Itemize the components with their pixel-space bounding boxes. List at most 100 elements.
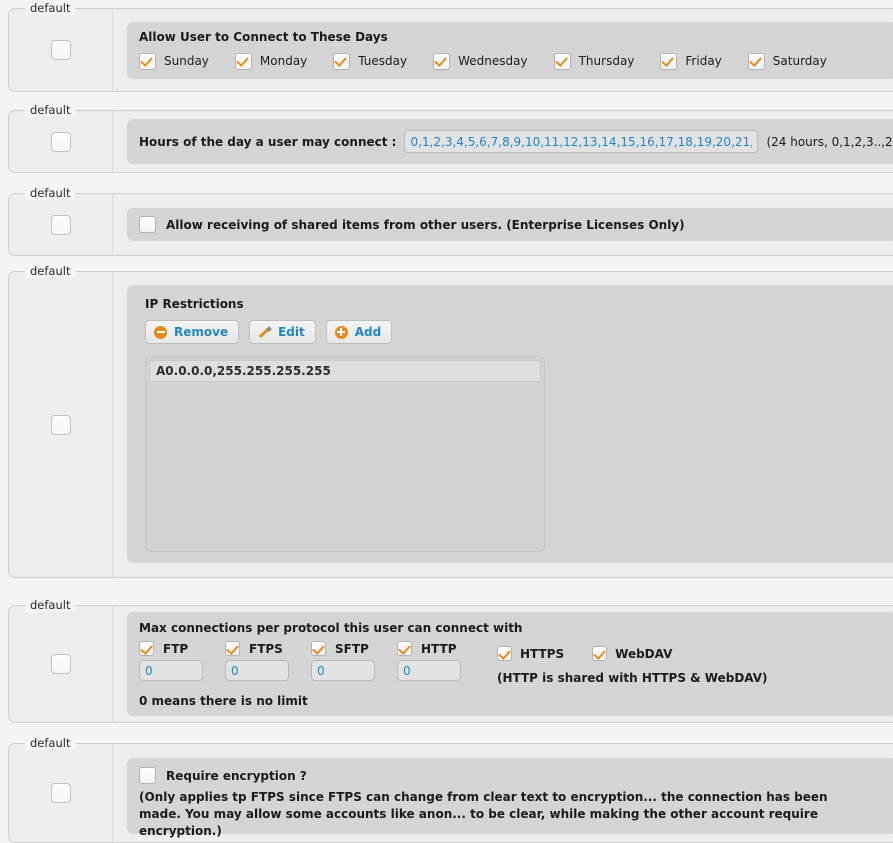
- group-override-checkbox-connections[interactable]: [50, 654, 71, 674]
- day-label-saturday: Saturday: [772, 54, 827, 68]
- group-enable-cell-hours: [9, 111, 113, 172]
- checkbox-icon-friday[interactable]: [660, 52, 678, 70]
- minus-circle-icon: [154, 325, 167, 339]
- shared-items-label: Allow receiving of shared items from oth…: [166, 217, 685, 232]
- group-override-checkbox-days[interactable]: [50, 40, 71, 60]
- group-legend-days: default: [25, 1, 76, 15]
- shared-items-checkbox[interactable]: [139, 216, 156, 233]
- remove-button[interactable]: Remove: [145, 320, 240, 344]
- http-shared-note: (HTTP is shared with HTTPS & WebDAV): [497, 671, 768, 685]
- day-label-monday: Monday: [259, 54, 308, 68]
- add-button[interactable]: Add: [325, 320, 393, 344]
- hours-input[interactable]: [404, 130, 759, 153]
- group-override-checkbox-ip[interactable]: [50, 414, 71, 435]
- protocol-label-sftp: SFTP: [335, 641, 369, 656]
- day-checkbox-friday[interactable]: Friday: [660, 52, 722, 70]
- connections-title: Max connections per protocol this user c…: [139, 621, 523, 635]
- day-label-tuesday: Tuesday: [358, 54, 408, 68]
- group-enable-cell-connections: [9, 606, 113, 722]
- group-ip-restrictions: default IP Restrictions Remove Edit Add …: [8, 264, 893, 578]
- require-encryption-label: Require encryption ?: [166, 768, 307, 783]
- day-checkbox-wednesday[interactable]: Wednesday: [433, 52, 528, 70]
- protocol-checkbox-webdav[interactable]: WebDAV: [592, 646, 672, 661]
- group-override-checkbox-hours[interactable]: [50, 131, 71, 152]
- group-override-checkbox-shared[interactable]: [50, 214, 71, 235]
- day-label-wednesday: Wednesday: [458, 54, 528, 68]
- day-checkbox-tuesday[interactable]: Tuesday: [333, 52, 408, 70]
- max-connections-input-ftps[interactable]: [225, 660, 289, 681]
- max-connections-input-sftp[interactable]: [311, 660, 375, 681]
- group-enable-cell-ip: [9, 272, 113, 577]
- protocol-grid: FTP FTPS: [139, 641, 461, 681]
- add-button-label: Add: [354, 325, 382, 339]
- checkbox-icon-sftp[interactable]: [311, 641, 326, 656]
- connections-panel: Max connections per protocol this user c…: [127, 612, 893, 716]
- days-panel: Allow User to Connect to These Days Sund…: [127, 21, 893, 79]
- no-limit-note: 0 means there is no limit: [139, 694, 308, 708]
- days-checkbox-row: Sunday Monday Tuesday Wednesday Thursday…: [139, 52, 885, 70]
- group-legend-shared: default: [25, 186, 76, 200]
- plus-circle-icon: [334, 325, 348, 339]
- pencil-icon: [258, 326, 271, 339]
- day-label-thursday: Thursday: [578, 54, 635, 68]
- checkbox-icon-sunday[interactable]: [139, 52, 156, 70]
- checkbox-icon-thursday[interactable]: [553, 52, 571, 70]
- checkbox-icon-http[interactable]: [397, 641, 412, 656]
- protocol-column-ftp: FTP: [139, 641, 203, 681]
- group-enable-cell-encryption: [9, 744, 113, 842]
- edit-button-label: Edit: [278, 325, 305, 339]
- group-legend-connections: default: [25, 598, 76, 612]
- protocol-column-http: HTTP: [397, 641, 461, 681]
- day-checkbox-thursday[interactable]: Thursday: [553, 52, 635, 70]
- hours-hint: (24 hours, 0,1,2,3..,23): [766, 134, 893, 149]
- protocol-label-http: HTTP: [421, 641, 457, 656]
- protocol-label-https: HTTPS: [520, 646, 565, 661]
- checkbox-icon-webdav[interactable]: [592, 646, 608, 661]
- ip-restrictions-panel: IP Restrictions Remove Edit Add A0.0.0.0…: [127, 285, 893, 563]
- group-legend-hours: default: [25, 103, 76, 117]
- shared-panel: Allow receiving of shared items from oth…: [127, 208, 893, 241]
- edit-button[interactable]: Edit: [249, 320, 316, 344]
- protocol-label-ftps: FTPS: [249, 641, 283, 656]
- group-enable-cell-shared: [9, 194, 113, 255]
- protocol-label-webdav: WebDAV: [615, 646, 673, 661]
- protocol-label-ftp: FTP: [163, 641, 189, 656]
- protocol-column-ftps: FTPS: [225, 641, 289, 681]
- day-checkbox-saturday[interactable]: Saturday: [747, 52, 827, 70]
- group-max-connections: default Max connections per protocol thi…: [8, 598, 893, 723]
- max-connections-input-ftp[interactable]: [139, 660, 203, 681]
- group-legend-encryption: default: [25, 736, 76, 750]
- group-legend-ip: default: [25, 264, 76, 278]
- ip-restrictions-toolbar: Remove Edit Add: [145, 320, 883, 344]
- ip-restrictions-list[interactable]: A0.0.0.0,255.255.255.255: [145, 356, 545, 552]
- day-label-friday: Friday: [685, 54, 722, 68]
- checkbox-icon-https[interactable]: [497, 646, 512, 661]
- checkbox-icon-tuesday[interactable]: [333, 52, 351, 70]
- require-encryption-checkbox[interactable]: [139, 767, 156, 784]
- checkbox-icon-ftp[interactable]: [139, 641, 154, 656]
- group-allow-days: default Allow User to Connect to These D…: [8, 1, 893, 92]
- group-allow-hours: default Hours of the day a user may conn…: [8, 103, 893, 173]
- protocol-column-sftp: SFTP: [311, 641, 375, 681]
- encryption-panel: Require encryption ? (Only applies tp FT…: [127, 758, 893, 838]
- days-title: Allow User to Connect to These Days: [139, 29, 388, 44]
- group-shared-items: default Allow receiving of shared items …: [8, 186, 893, 256]
- ip-restrictions-title: IP Restrictions: [145, 297, 244, 311]
- protocol-checkbox-https[interactable]: HTTPS: [497, 646, 564, 661]
- checkbox-icon-saturday[interactable]: [747, 52, 765, 70]
- checkbox-icon-monday[interactable]: [234, 52, 252, 70]
- list-item[interactable]: A0.0.0.0,255.255.255.255: [149, 360, 541, 382]
- day-checkbox-monday[interactable]: Monday: [234, 52, 308, 70]
- hours-label: Hours of the day a user may connect :: [139, 134, 397, 149]
- day-label-sunday: Sunday: [164, 54, 209, 68]
- checkbox-icon-ftps[interactable]: [225, 641, 240, 656]
- extra-protocol-group: HTTPS WebDAV (HTTP is shared with HTTPS …: [497, 641, 768, 685]
- group-override-checkbox-encryption[interactable]: [50, 783, 71, 803]
- checkbox-icon-wednesday[interactable]: [433, 52, 451, 70]
- group-enable-cell-days: [9, 9, 113, 91]
- group-require-encryption: default Require encryption ? (Only appli…: [8, 736, 893, 843]
- day-checkbox-sunday[interactable]: Sunday: [139, 52, 209, 70]
- remove-button-label: Remove: [174, 325, 229, 339]
- max-connections-input-http[interactable]: [397, 660, 461, 681]
- hours-panel: Hours of the day a user may connect : (2…: [127, 119, 893, 164]
